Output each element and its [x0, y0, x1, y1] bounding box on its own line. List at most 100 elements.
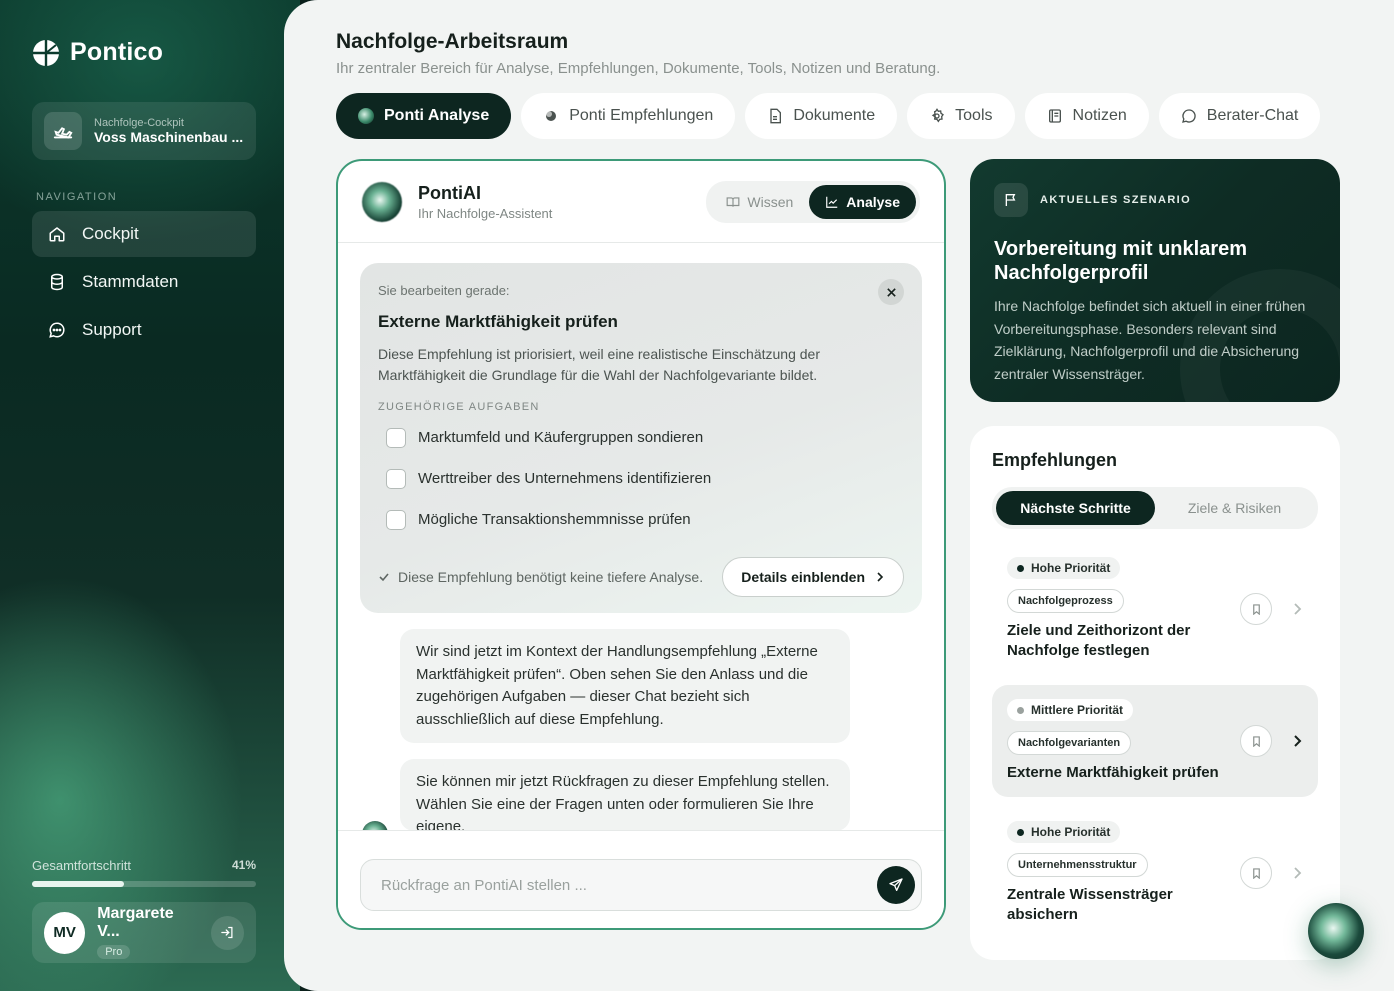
avatar: MV	[44, 911, 86, 954]
task-checkbox[interactable]	[386, 427, 406, 448]
tab-label: Berater-Chat	[1206, 107, 1299, 124]
sidebar-item-cockpit[interactable]: Cockpit	[32, 211, 256, 257]
tasks-heading: ZUGEHÖRIGE AUFGABEN	[378, 401, 540, 413]
recommendation-item[interactable]: Hohe Priorität Nachfolgeprozess Ziele un…	[992, 543, 1318, 675]
check-icon	[379, 573, 389, 582]
chevron-right-icon[interactable]	[1290, 734, 1304, 748]
mode-label: Wissen	[747, 193, 794, 210]
cockpit-label: Nachfolge-Cockpit	[94, 117, 184, 129]
main-area: Nachfolge-Arbeitsraum Ihr zentraler Bere…	[284, 0, 1394, 991]
pontico-logo-icon	[33, 39, 59, 66]
tab-label: Dokumente	[793, 107, 876, 124]
editing-description: Diese Empfehlung ist priorisiert, weil e…	[378, 346, 820, 383]
chat-header: PontiAI Ihr Nachfolge-Assistent Wissen A…	[338, 161, 944, 243]
sparkle-icon	[546, 111, 557, 121]
bookmark-button[interactable]	[1240, 725, 1272, 757]
priority-dot	[1017, 564, 1024, 572]
mode-analyse-button[interactable]: Analyse	[809, 184, 916, 219]
scenario-decoration	[1180, 269, 1340, 402]
recommendations-title: Empfehlungen	[992, 450, 1117, 470]
recommendations-toggle: Nächste Schritte Ziele & Risiken	[992, 487, 1318, 529]
priority-dot	[1017, 828, 1024, 836]
ponti-chat-panel: PontiAI Ihr Nachfolge-Assistent Wissen A…	[336, 159, 946, 930]
bookmark-button[interactable]	[1240, 857, 1272, 889]
mode-wissen-button[interactable]: Wissen	[710, 185, 809, 219]
chat-input[interactable]	[381, 876, 877, 894]
overall-progress-label: Gesamtfortschritt 41%	[32, 858, 256, 873]
plane-icon	[44, 112, 82, 150]
sidebar-item-support[interactable]: Support	[32, 307, 256, 353]
tab-goals-risks[interactable]: Ziele & Risiken	[1155, 491, 1314, 525]
sidebar-nav: Cockpit Stammdaten Support	[32, 211, 256, 355]
tab-ponti-analyse[interactable]: Ponti Analyse	[336, 93, 512, 139]
current-scenario-card: AKTUELLES SZENARIO Vorbereitung mit unkl…	[970, 159, 1340, 402]
category-tag: Nachfolgeprozess	[1007, 589, 1124, 613]
priority-badge: Hohe Priorität	[1007, 821, 1121, 843]
chat-bubble-icon	[49, 322, 65, 338]
tab-dokumente[interactable]: Dokumente	[745, 93, 898, 139]
tab-label: Ponti Empfehlungen	[569, 107, 714, 124]
brand[interactable]: Pontico	[32, 38, 163, 67]
ponti-assistant-launcher[interactable]	[1308, 903, 1364, 959]
task-item[interactable]: Werttreiber des Unternehmens identifizie…	[378, 458, 904, 499]
workspace-tabs: Ponti Analyse Ponti Empfehlungen Dokumen…	[336, 93, 1321, 139]
category-tag: Nachfolgevarianten	[1007, 731, 1132, 755]
chevron-right-icon	[877, 572, 884, 582]
chevron-right-icon[interactable]	[1290, 602, 1304, 616]
chat-title: PontiAI	[418, 182, 481, 203]
chevron-right-icon[interactable]	[1290, 866, 1304, 880]
mode-label: Analyse	[846, 193, 900, 210]
tab-berater-chat[interactable]: Berater-Chat	[1158, 93, 1321, 139]
recommendations-card: Empfehlungen Nächste Schritte Ziele & Ri…	[970, 426, 1340, 960]
send-button[interactable]	[877, 866, 915, 904]
chat-composer	[338, 830, 944, 928]
sidebar-item-label: Stammdaten	[82, 272, 179, 291]
scenario-tag: AKTUELLES SZENARIO	[1040, 194, 1192, 206]
recommendation-title: Externe Marktfähigkeit prüfen	[1007, 764, 1219, 781]
tab-tools[interactable]: Tools	[907, 93, 1015, 139]
plan-badge: Pro	[97, 945, 131, 959]
recommendation-item[interactable]: Mittlere Priorität Nachfolgevarianten Ex…	[992, 685, 1318, 797]
tab-label: Tools	[955, 107, 993, 124]
progress-label-text: Gesamtfortschritt	[32, 858, 131, 873]
task-checkbox[interactable]	[386, 468, 406, 489]
show-details-button[interactable]: Details einblenden	[722, 557, 904, 597]
tab-notizen[interactable]: Notizen	[1024, 93, 1149, 139]
book-icon	[726, 196, 740, 207]
logout-button[interactable]	[210, 915, 244, 950]
priority-badge: Mittlere Priorität	[1007, 699, 1134, 721]
overall-progress-bar	[32, 881, 256, 887]
ponti-orb-icon	[358, 108, 374, 124]
editing-context-box: Sie bearbeiten gerade: Externe Marktfähi…	[360, 263, 922, 613]
close-context-button[interactable]	[878, 279, 904, 305]
task-checkbox[interactable]	[386, 509, 406, 530]
tab-ponti-empfehlungen[interactable]: Ponti Empfehlungen	[521, 93, 736, 139]
cockpit-switcher[interactable]: Nachfolge-Cockpit Voss Maschinenbau ...	[32, 102, 256, 160]
bookmark-button[interactable]	[1240, 593, 1272, 625]
recommendation-title: Zentrale Wissensträger absichern	[1007, 886, 1173, 923]
progress-fill	[32, 881, 124, 887]
page-subtitle: Ihr zentraler Bereich für Analyse, Empfe…	[336, 60, 941, 77]
user-card[interactable]: MV Margarete V... Pro	[32, 902, 256, 963]
assistant-message: Wir sind jetzt im Kontext der Handlungse…	[400, 629, 850, 743]
category-tag: Unternehmensstruktur	[1007, 853, 1148, 877]
priority-label: Mittlere Priorität	[1031, 703, 1124, 717]
sidebar-item-stammdaten[interactable]: Stammdaten	[32, 259, 256, 305]
bookmark-icon	[1252, 867, 1260, 879]
progress-percent: 41%	[231, 858, 256, 872]
assistant-message: Sie können mir jetzt Rückfragen zu diese…	[400, 759, 850, 831]
tab-label: Ponti Analyse	[384, 107, 490, 124]
chat-subtitle: Ihr Nachfolge-Assistent	[418, 205, 553, 221]
priority-label: Hohe Priorität	[1031, 825, 1111, 839]
bookmark-icon	[1252, 735, 1260, 747]
sidebar-item-label: Cockpit	[82, 224, 139, 243]
task-item[interactable]: Mögliche Transaktionshemmnisse prüfen	[378, 499, 904, 540]
recommendation-item[interactable]: Hohe Priorität Unternehmensstruktur Zent…	[992, 807, 1318, 939]
sidebar: Pontico Nachfolge-Cockpit Voss Maschinen…	[0, 0, 300, 991]
home-icon	[49, 227, 65, 242]
details-button-label: Details einblenden	[741, 569, 865, 585]
gear-icon	[931, 108, 945, 123]
send-icon	[889, 878, 903, 891]
tab-next-steps[interactable]: Nächste Schritte	[996, 491, 1155, 525]
task-item[interactable]: Marktumfeld und Käufergruppen sondieren	[378, 417, 904, 458]
